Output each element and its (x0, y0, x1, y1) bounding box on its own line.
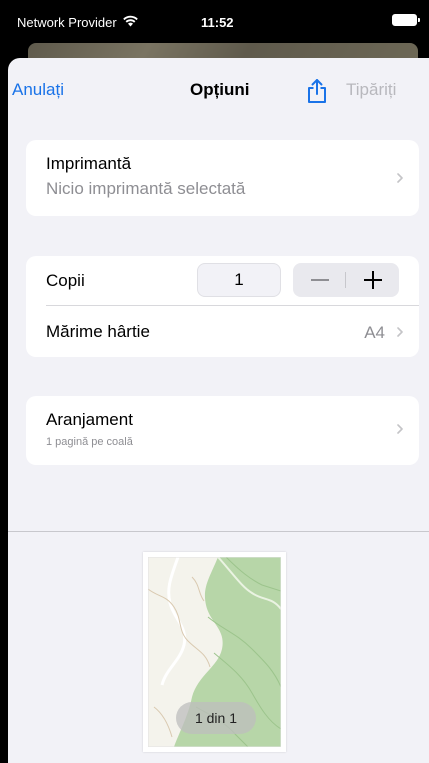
chevron-right-icon (397, 173, 403, 183)
printer-selector[interactable]: Imprimantă Nicio imprimantă selectată (26, 140, 419, 216)
battery-icon (392, 14, 420, 26)
paper-size-label: Mărime hârtie (46, 322, 150, 341)
share-icon[interactable] (306, 78, 328, 104)
print-preview-area: 1 din 1 (8, 532, 429, 763)
cancel-button[interactable]: Anulați (12, 80, 64, 100)
decrement-button[interactable] (293, 263, 346, 297)
navigation-bar: Anulați Opțiuni Tipăriți (8, 58, 429, 120)
copies-and-paper-card: Copii 1 Mărime hârtie A4 (26, 256, 419, 357)
increment-button[interactable] (346, 263, 399, 297)
layout-selector[interactable]: Aranjament 1 pagină pe coală (26, 396, 419, 465)
layout-title: Aranjament (46, 410, 133, 429)
status-time: 11:52 (201, 15, 234, 30)
printer-value: Nicio imprimantă selectată (46, 179, 246, 198)
page-preview[interactable]: 1 din 1 (143, 552, 286, 752)
print-button[interactable]: Tipăriți (346, 80, 396, 100)
page-count-badge: 1 din 1 (176, 702, 256, 734)
chevron-right-icon (397, 424, 403, 434)
copies-stepper (293, 263, 399, 297)
printer-title: Imprimantă (46, 154, 132, 173)
wifi-icon (123, 15, 138, 27)
chevron-right-icon (397, 327, 403, 337)
layout-value: 1 pagină pe coală (46, 436, 133, 448)
status-bar: Network Provider 11:52 (0, 0, 429, 36)
page-title: Opțiuni (190, 80, 250, 99)
copies-count-field[interactable]: 1 (197, 263, 281, 297)
paper-size-value: A4 (364, 323, 385, 342)
minus-icon (310, 279, 329, 281)
copies-label: Copii (46, 271, 85, 290)
plus-icon (363, 271, 382, 289)
carrier-name: Network Provider (17, 15, 117, 30)
print-options-sheet: Anulați Opțiuni Tipăriți Imprimantă Nici… (8, 58, 429, 763)
